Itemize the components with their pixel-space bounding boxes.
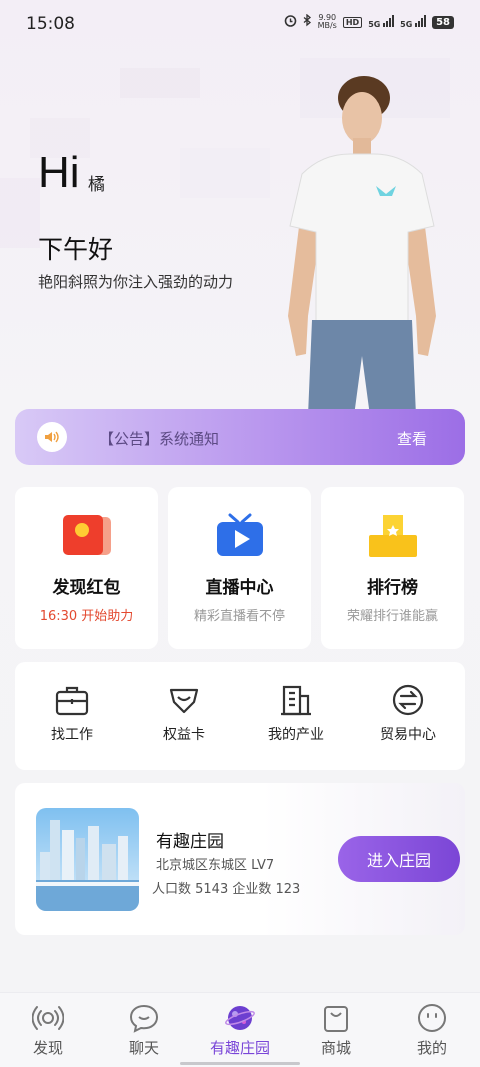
feature-subtitle: 荣耀排行谁能赢 [346,609,438,624]
smiley-icon [418,1004,446,1032]
manor-title: 有趣庄园 [156,832,224,852]
manor-card[interactable]: 有趣庄园 北京城区东城区 LV7 人口数 5143 企业数 123 进入庄园 [15,783,465,935]
greeting-title: 下午好 [38,235,114,264]
nav-fun-manor[interactable]: 有趣庄园 [192,1003,288,1058]
tool-label: 我的产业 [268,727,324,743]
tool-label: 权益卡 [163,727,205,743]
signal2-label: 5G [400,20,413,29]
status-icons: 9.90 MB/s HD 5G 5G 58 [284,14,454,30]
network-speed: 9.90 MB/s [317,13,337,30]
tools-card: 找工作 权益卡 我的产业 贸易中心 [15,662,465,770]
podium-icon [369,515,417,557]
broadcast-icon [32,1006,64,1030]
exchange-icon [392,684,424,716]
feature-title: 发现红包 [52,578,121,598]
nav-label: 我的 [416,1039,447,1057]
benefit-card-icon [169,688,199,714]
feature-card-ranking[interactable]: 排行榜 荣耀排行谁能赢 [321,487,464,649]
hero-section: Hi 橘 下午好 艳阳斜照为你注入强劲的动力 [0,48,480,418]
bottom-nav: 发现 聊天 有趣庄园 商城 我的 [0,992,480,1067]
battery-indicator: 58 [432,15,454,29]
nav-chat[interactable]: 聊天 [96,1003,192,1058]
tool-trade-center[interactable]: 贸易中心 [363,684,453,744]
hd-icon: HD [342,16,363,28]
feature-card-live[interactable]: 直播中心 精彩直播看不停 [168,487,311,649]
notice-view-button[interactable]: 查看 [397,428,427,449]
shopping-bag-icon [324,1006,348,1032]
nav-discover[interactable]: 发现 [0,1003,96,1058]
briefcase-icon [55,686,89,716]
bluetooth-icon [303,13,312,30]
manor-stats: 人口数 5143 企业数 123 [152,882,301,897]
status-time: 15:08 [26,14,75,34]
greeting-subtitle: 艳阳斜照为你注入强劲的动力 [38,273,234,291]
nav-label: 发现 [32,1039,63,1057]
tool-find-job[interactable]: 找工作 [27,684,117,744]
notice-bar[interactable]: 【公告】系统通知 查看 [15,409,465,465]
tool-my-industry[interactable]: 我的产业 [251,684,341,744]
speaker-icon [37,422,67,452]
nav-mall[interactable]: 商城 [288,1003,384,1058]
tool-label: 找工作 [51,727,93,743]
signal-5g-icon-2: 5G [400,15,427,29]
tool-label: 贸易中心 [380,727,436,743]
chat-icon [129,1004,159,1033]
live-tv-icon [217,513,263,556]
manor-location: 北京城区东城区 LV7 [156,858,275,873]
city-skyline-image [36,808,139,911]
planet-icon [225,1006,255,1030]
alarm-icon [284,14,297,30]
nav-label: 商城 [320,1039,351,1057]
nav-mine[interactable]: 我的 [384,1003,480,1058]
avatar-figure[interactable] [262,66,462,416]
user-name: 橘 [88,175,105,195]
building-icon [281,685,311,716]
feature-title: 排行榜 [367,578,418,598]
feature-card-red-envelope[interactable]: 发现红包 16:30 开始助力 [15,487,158,649]
nav-label: 聊天 [128,1039,159,1057]
feature-title: 直播中心 [205,578,274,598]
red-envelope-icon [63,515,111,555]
enter-manor-button[interactable]: 进入庄园 [338,836,460,882]
feature-subtitle: 16:30 开始助力 [39,609,134,624]
greeting-hi: Hi [38,148,80,197]
nav-label: 有趣庄园 [209,1039,270,1057]
notice-text: 【公告】系统通知 [99,430,220,448]
signal-5g-icon: 5G [368,15,395,29]
home-indicator [180,1062,300,1065]
tool-benefit-card[interactable]: 权益卡 [139,684,229,744]
feature-subtitle: 精彩直播看不停 [193,609,285,624]
signal1-label: 5G [368,20,381,29]
